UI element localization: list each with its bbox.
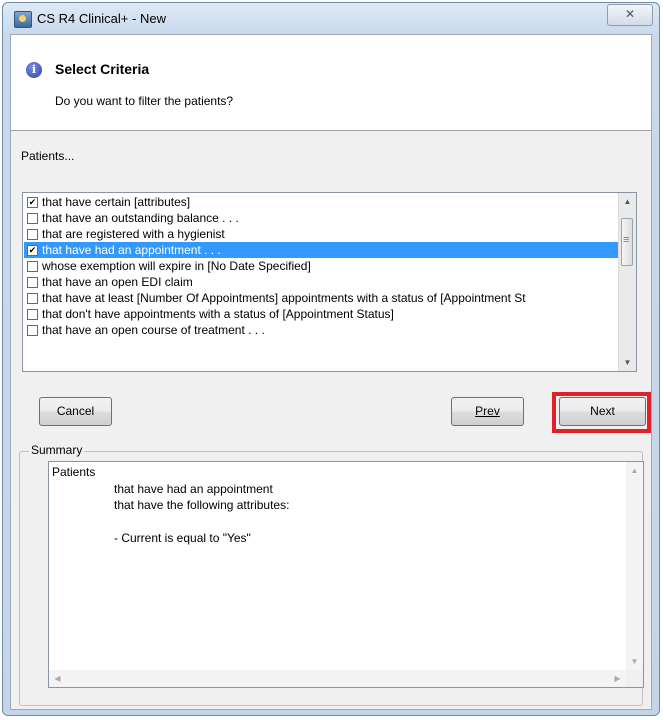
criteria-label: that have certain [attributes] [42,195,191,209]
criteria-checkbox[interactable]: ✔ [27,197,38,208]
criteria-list-item[interactable]: that have an outstanding balance . . . [24,210,619,226]
summary-scroll-left-icon[interactable]: ◀ [49,670,66,687]
criteria-label: that have at least [Number Of Appointmen… [42,291,526,305]
criteria-list-item[interactable]: that have an open EDI claim [24,274,619,290]
criteria-scrollbar[interactable]: ▲ ▼ [618,193,636,371]
criteria-list-item[interactable]: ✔ that have certain [attributes] [24,194,619,210]
summary-line: - Current is equal to "Yes" [114,531,251,545]
window-title: CS R4 Clinical+ - New [37,11,166,26]
criteria-checkbox[interactable] [27,293,38,304]
next-button-highlight [552,392,651,433]
cancel-button[interactable]: Cancel [39,397,112,426]
close-button[interactable]: ✕ [607,4,653,26]
summary-legend: Summary [29,443,85,457]
criteria-list[interactable]: ✔ that have certain [attributes] that have… [22,192,637,372]
summary-scroll-up-icon[interactable]: ▲ [626,462,643,479]
criteria-list-item[interactable]: whose exemption will expire in [No Date … [24,258,619,274]
criteria-label: that don't have appointments with a stat… [42,307,394,321]
summary-vscrollbar[interactable]: ▲ ▼ [626,462,643,670]
scroll-up-icon[interactable]: ▲ [619,193,636,210]
prev-button-label: Prev [475,404,500,418]
summary-textbox[interactable]: Patients that have had an appointment th… [48,461,644,688]
criteria-checkbox[interactable] [27,309,38,320]
summary-hscrollbar[interactable]: ◀ ▶ [49,670,626,687]
criteria-list-item[interactable]: that have an open course of treatment . … [24,322,619,338]
header-subtitle: Do you want to filter the patients? [55,94,234,108]
patients-label: Patients... [21,149,75,163]
criteria-list-item[interactable]: ✔ that have had an appointment . . . [24,242,619,258]
criteria-label: that have an outstanding balance . . . [42,211,239,225]
scroll-thumb[interactable] [621,218,633,266]
scrollbar-corner [626,670,643,687]
criteria-checkbox[interactable] [27,261,38,272]
summary-heading: Patients [52,465,96,479]
criteria-list-item[interactable]: that are registered with a hygienist [24,226,619,242]
criteria-checkbox[interactable] [27,325,38,336]
summary-line: that have the following attributes: [114,498,290,512]
app-icon [14,11,32,28]
info-icon: i [26,62,42,78]
criteria-label: that have had an appointment . . . [42,243,221,257]
dialog-window: CS R4 Clinical+ - New ✕ i Select Criteri… [2,2,660,716]
header-panel: i Select Criteria Do you want to filter … [11,35,651,131]
criteria-label: that are registered with a hygienist [42,227,225,241]
close-icon: ✕ [624,7,636,21]
criteria-checkbox[interactable] [27,277,38,288]
dialog-client-area: i Select Criteria Do you want to filter … [10,34,652,710]
criteria-checkbox[interactable]: ✔ [27,245,38,256]
criteria-label: that have an open EDI claim [42,275,193,289]
summary-scroll-right-icon[interactable]: ▶ [609,670,626,687]
summary-line: that have had an appointment [114,482,273,496]
criteria-list-item[interactable]: that have at least [Number Of Appointmen… [24,290,619,306]
criteria-checkbox[interactable] [27,229,38,240]
criteria-checkbox[interactable] [27,213,38,224]
criteria-list-item[interactable]: that don't have appointments with a stat… [24,306,619,322]
criteria-label: whose exemption will expire in [No Date … [42,259,311,273]
summary-scroll-down-icon[interactable]: ▼ [626,653,643,670]
header-title: Select Criteria [55,61,150,77]
criteria-label: that have an open course of treatment . … [42,323,265,337]
scroll-down-icon[interactable]: ▼ [619,354,636,371]
title-bar[interactable]: CS R4 Clinical+ - New ✕ [3,3,659,33]
prev-button[interactable]: Prev [451,397,524,426]
